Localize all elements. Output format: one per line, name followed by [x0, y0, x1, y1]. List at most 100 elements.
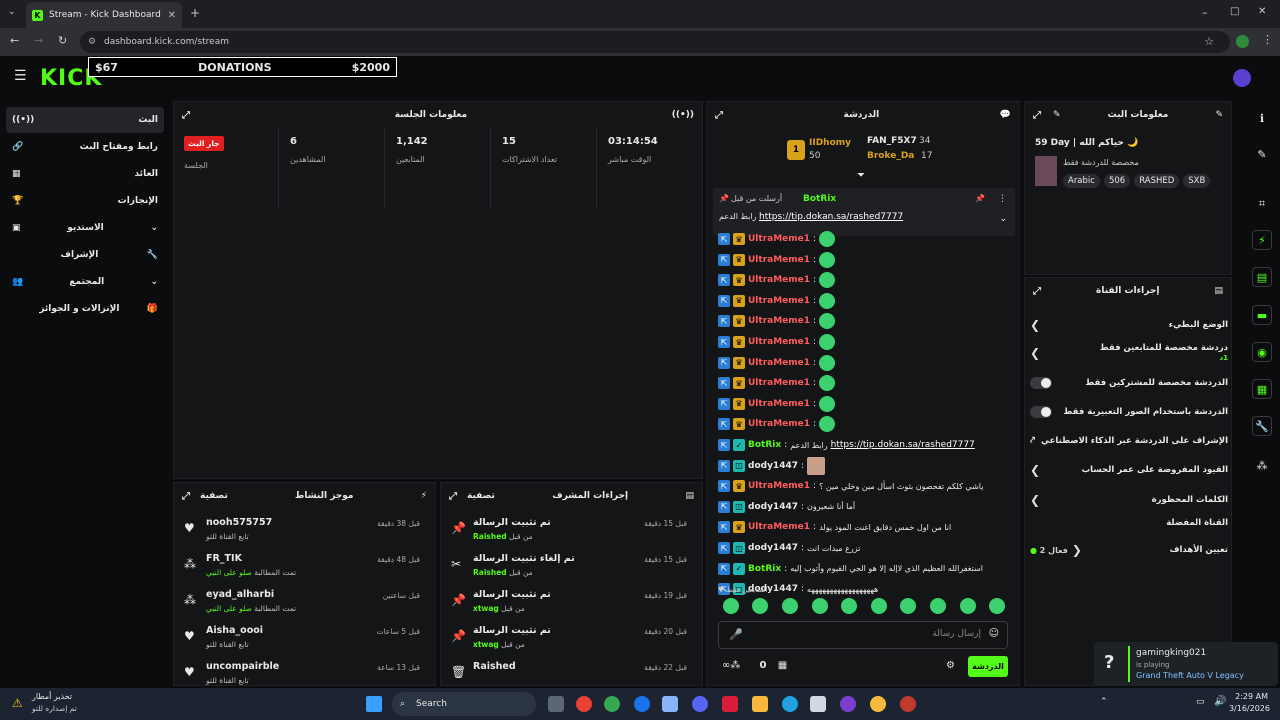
file-explorer-icon[interactable] [752, 696, 768, 712]
sidebar-item-stream[interactable]: ((•)) البث [6, 107, 164, 133]
chat-message[interactable]: ⇱ ♛ UltraMeme1: [718, 292, 836, 310]
mod-action-row[interactable]: 🗑 Raished قبل 22 دقيقة [447, 659, 693, 691]
emote-icon[interactable] [959, 598, 976, 614]
chat-message[interactable]: ⇱ ♛ UltraMeme1: [718, 251, 836, 269]
slow-mode-row[interactable]: الوضع البطيء ❯ [1030, 313, 1228, 337]
chat-icon[interactable]: ▬ [1252, 305, 1272, 325]
chat-username[interactable]: UltraMeme1 [748, 337, 810, 347]
forward-icon[interactable]: → [34, 34, 43, 47]
chat-message[interactable]: ⇱ ✓ BotRix: رابط الدعم https://tip.dokan.sa/… [718, 436, 975, 454]
reload-icon[interactable]: ↻ [58, 34, 67, 47]
bookmark-star-icon[interactable]: ☆ [1204, 31, 1214, 53]
user-avatar[interactable] [1233, 69, 1251, 87]
chat-username[interactable]: UltraMeme1 [748, 522, 810, 532]
channel-actions-icon[interactable]: ▦ [1252, 379, 1272, 399]
filter-button[interactable]: تصفية [467, 491, 495, 501]
expand-icon[interactable]: ⤢ [1033, 286, 1041, 297]
chat-username[interactable]: UltraMeme1 [748, 296, 810, 306]
emote-icon[interactable] [929, 598, 946, 614]
menu-icon[interactable]: ☰ [14, 68, 27, 84]
info-icon[interactable]: ℹ [1252, 108, 1272, 128]
site-info-icon[interactable]: ⚙ [88, 31, 96, 53]
chat-message[interactable]: ⇱ ◫ dody1447: تزرع ميدات انت [718, 539, 860, 557]
expand-icon[interactable]: ⤢ [1033, 110, 1041, 121]
volume-icon[interactable]: 🔊 [1214, 696, 1226, 707]
weather-alert-title[interactable]: تحذير أمطار [32, 692, 72, 701]
expand-icon[interactable]: ⤢ [715, 110, 723, 121]
sidebar-item-drops[interactable]: الإنزالات و الجوائز 🎁 [6, 296, 164, 322]
discord-icon[interactable] [692, 696, 708, 712]
chrome-icon[interactable] [576, 696, 592, 712]
filter-button[interactable]: تصفية [200, 491, 228, 501]
activity-row[interactable]: ♥ uncompairble تابع القناة للتو قبل 13 ساعة [180, 659, 426, 691]
subscribers-only-toggle[interactable] [1030, 377, 1052, 389]
chat-input[interactable]: 🎤 إرسال رسالة ☺ [718, 621, 1008, 649]
followers-only-row[interactable]: دردشة مخصصة للمتابعين فقط 1د ❯ [1030, 342, 1228, 364]
mod-action-row[interactable]: 📌 تم تثبيت الرسالة xtwag من قبل قبل 20 دقيق… [447, 623, 693, 655]
collapse-leaderboard-icon[interactable]: ⏷ [857, 170, 865, 181]
new-tab-icon[interactable]: + [190, 6, 200, 20]
edge-icon[interactable] [782, 696, 798, 712]
close-window-icon[interactable]: ✕ [1258, 6, 1266, 17]
sidebar-item-achievements[interactable]: 🏆 الإنجازات [6, 188, 164, 214]
chat-message[interactable]: ⇱ ♛ UltraMeme1: انا من اول خمس دقايق اغنت ا… [718, 518, 951, 536]
windows-start-icon[interactable] [366, 696, 382, 712]
store-icon[interactable] [810, 696, 826, 712]
close-tab-icon[interactable]: ✕ [168, 10, 176, 21]
emote-icon[interactable] [841, 598, 858, 614]
broadcast-icon[interactable]: ◉ [1252, 342, 1272, 362]
list-icon[interactable]: ▤ [1252, 267, 1272, 287]
set-goals-row[interactable]: تعيين الأهداف ● فعال 2 ❯ [1030, 538, 1228, 562]
back-icon[interactable]: ← [10, 34, 19, 47]
chat-message[interactable]: ⇱ ♛ UltraMeme1: [718, 333, 836, 351]
browser-tab[interactable]: K Stream - Kick Dashboard ✕ [26, 2, 182, 28]
chat-message[interactable]: ⇱ ✓ BotRix: استغفرالله العظيم الذي لاإله إل… [718, 560, 983, 578]
maximize-icon[interactable]: □ [1230, 6, 1239, 17]
app2-icon[interactable] [870, 696, 886, 712]
game-notification[interactable]: ? gamingking021 is playing Grand Theft A… [1094, 642, 1278, 686]
adobe-icon[interactable] [722, 696, 738, 712]
tray-chevron-icon[interactable]: ⌃ [1100, 697, 1108, 707]
activity-row[interactable]: ⁂ eyad_alharbi تمت المطالبة صلو على النبي ق… [180, 587, 426, 619]
chat-message[interactable]: ⇱ ♛ UltraMeme1: [718, 354, 836, 372]
edit-icon[interactable]: ✎ [1053, 110, 1061, 121]
gift-icon[interactable]: ▦ [778, 660, 787, 671]
tag[interactable]: Arabic [1063, 174, 1100, 188]
chat-username[interactable]: UltraMeme1 [748, 234, 810, 244]
wrench-icon[interactable]: 🔧 [1252, 416, 1272, 436]
chat-username[interactable]: UltraMeme1 [748, 399, 810, 409]
lightning-icon[interactable]: ⚡ [1252, 230, 1272, 250]
chat-username[interactable]: UltraMeme1 [748, 481, 810, 491]
edit-icon[interactable]: ✎ [1252, 144, 1272, 164]
send-chat-button[interactable]: الدردشة [968, 656, 1008, 677]
emote-icon[interactable] [781, 598, 798, 614]
unpin-icon[interactable]: 📌 [975, 194, 985, 203]
account-age-row[interactable]: القيود المفروضة على عمر الحساب ❯ [1030, 458, 1228, 482]
chat-username[interactable]: UltraMeme1 [748, 358, 810, 368]
expand-icon[interactable]: ⤢ [182, 491, 190, 502]
activity-row[interactable]: ⁂ FR_TIK تمت المطالبة صلو على النبي قبل 48 … [180, 551, 426, 583]
chat-message[interactable]: ⇱ ♛ UltraMeme1: ياشي كلكم تفحصون بثوث اسأل … [718, 477, 983, 495]
emote-icon[interactable] [989, 598, 1006, 614]
emotes-only-toggle[interactable] [1030, 406, 1052, 418]
banned-words-row[interactable]: الكلمات المحظورة ❯ [1030, 488, 1228, 512]
chat-username[interactable]: UltraMeme1 [748, 255, 810, 265]
layout-icon[interactable]: ⌗ [1252, 194, 1272, 214]
emote-icon[interactable] [722, 598, 739, 614]
app-icon[interactable] [840, 696, 856, 712]
url-input[interactable]: ⚙ dashboard.kick.com/stream ☆ [80, 31, 1230, 53]
tag[interactable]: 506 [1103, 174, 1131, 188]
emote-icon[interactable] [752, 598, 769, 614]
mod-action-row[interactable]: ✂ تم إلغاء تثبيت الرسالة Raished من قبل قبل… [447, 551, 693, 583]
warning-icon[interactable]: ⚠ [12, 696, 23, 710]
chat-username[interactable]: dody1447 [748, 502, 798, 512]
tab-list-icon[interactable]: ⌄ [8, 7, 16, 17]
emote-icon[interactable] [811, 598, 828, 614]
chat-message[interactable]: ⇱ ◫ dody1447: أما أنا شعيرون [718, 498, 855, 516]
emote-icon[interactable] [900, 598, 917, 614]
microphone-icon[interactable]: 🎤 [729, 628, 743, 641]
monitor-icon[interactable]: ▭ [1196, 697, 1205, 707]
tag[interactable]: RASHED [1134, 174, 1180, 188]
pinned-link[interactable]: https://tip.dokan.sa/rashed7777 [759, 212, 903, 222]
chevron-down-icon[interactable]: ⌄ [999, 214, 1007, 224]
